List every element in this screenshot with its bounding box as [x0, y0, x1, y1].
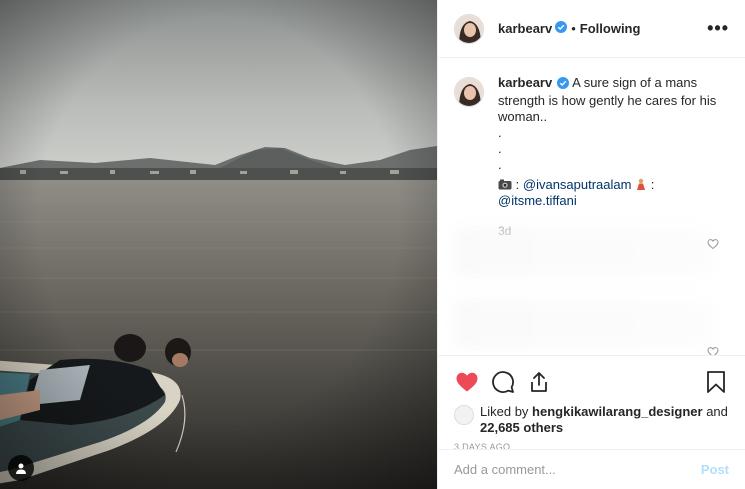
post-details-panel: karbearv • Following ••• karbearv A sure…: [437, 0, 745, 489]
user-tag-icon: [16, 463, 26, 474]
heart-icon[interactable]: [454, 369, 480, 395]
faded-comment: [454, 299, 714, 349]
dancer-emoji-icon: [635, 177, 651, 192]
user-tag-button[interactable]: [8, 455, 34, 481]
credit-separator: :: [515, 177, 520, 192]
liked-by-prefix: Liked by: [480, 404, 529, 419]
comment-input[interactable]: [454, 462, 701, 477]
post-header: karbearv • Following •••: [438, 0, 745, 58]
caption-dot: .: [498, 125, 502, 140]
lake-boat-image: [0, 0, 437, 489]
bookmark-icon[interactable]: [703, 369, 729, 395]
caption-dots: . . .: [498, 125, 724, 173]
comment-icon[interactable]: [490, 369, 516, 395]
model-separator: :: [650, 177, 655, 192]
comment-like-heart-icon[interactable]: [707, 237, 719, 250]
caption-dot: .: [498, 141, 502, 156]
action-icons: [454, 364, 729, 400]
liker-avatar[interactable]: [454, 405, 474, 425]
likes-conjunction: and: [706, 404, 728, 419]
model-line: @itsme.tiffani: [498, 193, 724, 209]
post-actions: Liked by hengkikawilarang_designer and 2…: [438, 355, 745, 452]
comment-like-heart-icon[interactable]: [707, 345, 719, 355]
author-avatar[interactable]: [454, 13, 484, 44]
model-mention-link[interactable]: @itsme.tiffani: [498, 193, 577, 208]
camera-emoji-icon: [498, 177, 516, 192]
verified-badge-icon: [555, 20, 568, 38]
post-comment-button[interactable]: Post: [701, 462, 729, 477]
share-icon[interactable]: [526, 369, 552, 395]
caption: karbearv A sure sign of a mans strength …: [454, 75, 729, 239]
caption-dot: .: [498, 157, 502, 172]
add-comment-bar: Post: [438, 449, 745, 489]
liker-username-link[interactable]: hengkikawilarang_designer: [532, 404, 703, 419]
credit-line: : @ivansaputraalam :: [498, 177, 724, 193]
comments-section: karbearv A sure sign of a mans strength …: [438, 59, 745, 355]
caption-author-avatar[interactable]: [454, 77, 484, 107]
photographer-mention-link[interactable]: @ivansaputraalam: [523, 177, 632, 192]
caption-body: karbearv A sure sign of a mans strength …: [498, 75, 724, 239]
author-username-link[interactable]: karbearv: [498, 21, 552, 36]
caption-username-link[interactable]: karbearv: [498, 75, 552, 90]
following-button[interactable]: Following: [580, 21, 641, 36]
likes-text: Liked by hengkikawilarang_designer and 2…: [480, 404, 729, 436]
likes-summary: Liked by hengkikawilarang_designer and 2…: [454, 404, 729, 436]
likes-count-link[interactable]: 22,685 others: [480, 420, 563, 435]
faded-comment: [454, 227, 714, 277]
more-options-icon[interactable]: •••: [707, 18, 729, 39]
separator-dot: •: [571, 21, 576, 36]
caption-verified-badge-icon: [557, 77, 570, 93]
post-photo[interactable]: [0, 0, 437, 489]
